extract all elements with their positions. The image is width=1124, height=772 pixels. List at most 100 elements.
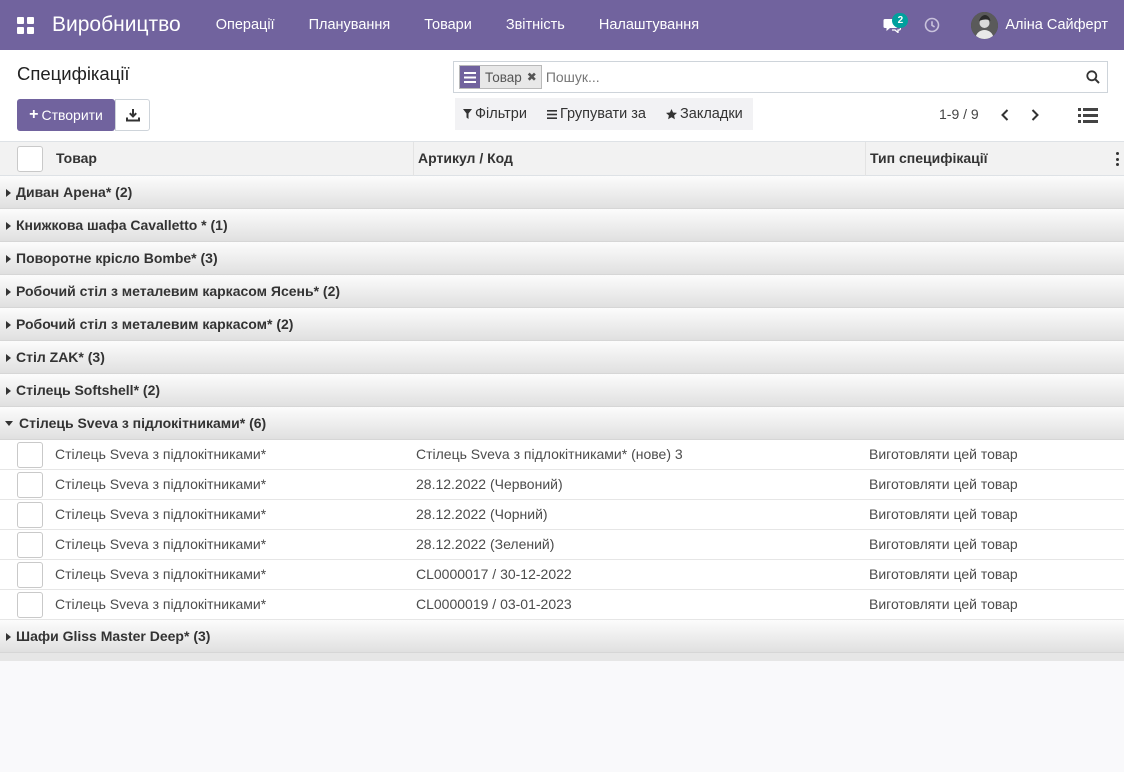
group-label: Робочий стіл з металевим каркасом* (2) <box>16 316 294 332</box>
menu-operations[interactable]: Операції <box>199 0 292 50</box>
cell-product: Стілець Sveva з підлокітниками* <box>55 536 267 552</box>
row-checkbox[interactable] <box>17 442 43 468</box>
column-options-icon[interactable] <box>1116 152 1120 166</box>
table-body: Диван Арена* (2) Книжкова шафа Cavalletto… <box>0 176 1124 653</box>
star-icon <box>666 108 677 120</box>
search-icon[interactable] <box>1079 63 1107 91</box>
filters-label: Фільтри <box>475 106 527 122</box>
table-row[interactable]: Стілець Sveva з підлокітниками* CL0000017… <box>0 560 1124 590</box>
facet-label: Товар <box>485 69 522 85</box>
group-label: Робочий стіл з металевим каркасом Ясень*… <box>16 283 341 299</box>
group-label: Поворотне крісло Bombe* (3) <box>16 250 218 266</box>
group-row[interactable]: Робочий стіл з металевим каркасом* (2) <box>0 308 1124 341</box>
table-header: Товар Артикул / Код Тип специфікації <box>0 142 1124 176</box>
user-name: Аліна Сайферт <box>1005 17 1108 33</box>
caret-right-icon <box>6 222 11 230</box>
group-row[interactable]: Стіл ZAK* (3) <box>0 341 1124 374</box>
apps-menu-icon[interactable] <box>0 0 50 50</box>
chevron-right-icon[interactable] <box>1026 106 1044 124</box>
cell-bom-type: Виготовляти цей товар <box>869 536 1018 552</box>
messages-count-badge: 2 <box>892 13 909 28</box>
user-menu[interactable]: Аліна Сайферт <box>971 11 1108 39</box>
cell-product: Стілець Sveva з підлокітниками* <box>55 596 267 612</box>
cell-bom-type: Виготовляти цей товар <box>869 446 1018 462</box>
caret-right-icon <box>6 633 11 641</box>
select-all-checkbox[interactable] <box>17 146 43 172</box>
group-by-icon <box>460 66 480 88</box>
search-input[interactable] <box>545 63 1079 91</box>
column-product[interactable]: Товар <box>51 142 413 176</box>
facet-remove-icon[interactable]: ✖ <box>527 70 541 84</box>
group-row[interactable]: Робочий стіл з металевим каркасом Ясень*… <box>0 275 1124 308</box>
menu-planning[interactable]: Планування <box>292 0 408 50</box>
cell-bom-type: Виготовляти цей товар <box>869 566 1018 582</box>
bars-icon <box>546 109 557 119</box>
page-title: Специфікації <box>17 63 130 84</box>
pager-value[interactable]: 1-9 / 9 <box>939 106 979 122</box>
caret-right-icon <box>6 354 11 362</box>
menu-reporting[interactable]: Звітність <box>489 0 582 50</box>
group-by-toggle[interactable]: Групувати за <box>546 106 646 122</box>
group-by-label: Групувати за <box>559 106 646 122</box>
cell-product: Стілець Sveva з підлокітниками* <box>55 446 267 462</box>
table-row[interactable]: Стілець Sveva з підлокітниками* CL0000019… <box>0 590 1124 620</box>
group-label: Стілець Softshell* (2) <box>16 382 161 398</box>
search-options-bar: Фільтри Групувати за Закладки <box>455 98 753 130</box>
group-label: Стіл ZAK* (3) <box>16 349 105 365</box>
favorites-toggle[interactable]: Закладки <box>666 106 743 122</box>
cell-product: Стілець Sveva з підлокітниками* <box>55 506 267 522</box>
messages-icon[interactable]: 2 <box>877 10 909 40</box>
group-row[interactable]: Диван Арена* (2) <box>0 176 1124 209</box>
plus-icon: + <box>29 106 39 123</box>
cell-reference: 28.12.2022 (Зелений) <box>416 536 555 552</box>
group-row[interactable]: Шафи Gliss Master Deep* (3) <box>0 620 1124 653</box>
group-row[interactable]: Поворотне крісло Bombe* (3) <box>0 242 1124 275</box>
cell-bom-type: Виготовляти цей товар <box>869 506 1018 522</box>
chevron-left-icon[interactable] <box>996 106 1014 124</box>
group-label: Шафи Gliss Master Deep* (3) <box>16 628 211 644</box>
top-navbar: Виробництво Операції Планування Товари З… <box>0 0 1124 50</box>
filter-icon <box>463 109 472 119</box>
user-avatar <box>971 11 999 39</box>
group-row[interactable]: Книжкова шафа Cavalletto * (1) <box>0 209 1124 242</box>
list-view-icon[interactable] <box>1076 105 1100 125</box>
filters-toggle[interactable]: Фільтри <box>463 106 527 122</box>
table-row[interactable]: Стілець Sveva з підлокітниками* 28.12.202… <box>0 470 1124 500</box>
menu-products[interactable]: Товари <box>407 0 489 50</box>
column-bom-type[interactable]: Тип специфікації <box>865 142 1115 176</box>
group-row[interactable]: Стілець Sveva з підлокітниками* (6) <box>0 407 1124 440</box>
table-row[interactable]: Стілець Sveva з підлокітниками* 28.12.202… <box>0 530 1124 560</box>
group-label: Книжкова шафа Cavalletto * (1) <box>16 217 228 233</box>
search-facet-product[interactable]: Товар ✖ <box>459 65 542 89</box>
cell-bom-type: Виготовляти цей товар <box>869 596 1018 612</box>
activity-clock-icon[interactable] <box>917 10 947 40</box>
bom-list-table: Товар Артикул / Код Тип специфікації Див… <box>0 142 1124 661</box>
download-button[interactable] <box>115 99 150 131</box>
control-panel: Специфікації + Створити Товар ✖ Фільтри … <box>0 50 1124 142</box>
search-box: Товар ✖ <box>453 61 1108 93</box>
cell-reference: Стілець Sveva з підлокітниками* (нове) 3 <box>416 446 683 462</box>
caret-right-icon <box>6 288 11 296</box>
caret-right-icon <box>6 189 11 197</box>
row-checkbox[interactable] <box>17 472 43 498</box>
row-checkbox[interactable] <box>17 592 43 618</box>
cell-reference: 28.12.2022 (Чорний) <box>416 506 548 522</box>
caret-right-icon <box>6 387 11 395</box>
download-icon <box>125 109 140 122</box>
cell-reference: 28.12.2022 (Червоний) <box>416 476 563 492</box>
table-row[interactable]: Стілець Sveva з підлокітниками* 28.12.202… <box>0 500 1124 530</box>
row-checkbox[interactable] <box>17 532 43 558</box>
create-button[interactable]: + Створити <box>17 99 115 131</box>
row-checkbox[interactable] <box>17 502 43 528</box>
table-footer <box>0 653 1124 661</box>
table-row[interactable]: Стілець Sveva з підлокітниками* Стілець S… <box>0 440 1124 470</box>
cell-product: Стілець Sveva з підлокітниками* <box>55 566 267 582</box>
group-row[interactable]: Стілець Softshell* (2) <box>0 374 1124 407</box>
row-checkbox[interactable] <box>17 562 43 588</box>
menu-settings[interactable]: Налаштування <box>582 0 716 50</box>
group-label: Стілець Sveva з підлокітниками* (6) <box>19 415 267 431</box>
app-brand[interactable]: Виробництво <box>52 13 181 37</box>
column-reference[interactable]: Артикул / Код <box>413 142 865 176</box>
group-label: Диван Арена* (2) <box>16 184 133 200</box>
cell-reference: CL0000017 / 30-12-2022 <box>416 566 572 582</box>
